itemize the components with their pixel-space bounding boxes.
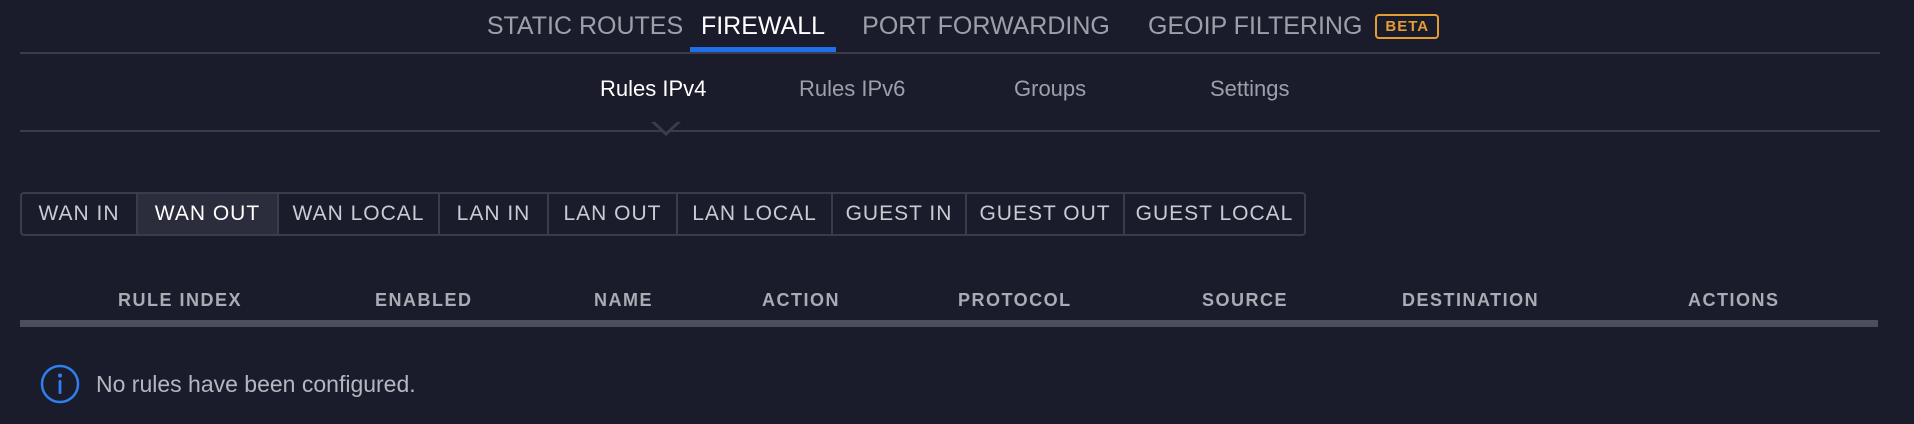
ruleset-guest-local[interactable]: GUEST LOCAL (1125, 194, 1304, 234)
empty-state: No rules have been configured. (40, 364, 416, 404)
subtab-groups[interactable]: Groups (1014, 76, 1086, 102)
tab-geoip-filtering-label: GEOIP FILTERING (1148, 11, 1363, 40)
ruleset-lan-local[interactable]: LAN LOCAL (678, 194, 833, 234)
sub-tabs: Rules IPv4 Rules IPv6 Groups Settings (20, 54, 1880, 136)
tab-static-routes[interactable]: STATIC ROUTES (480, 0, 690, 52)
tab-geoip-filtering[interactable]: GEOIP FILTERING BETA (1148, 0, 1448, 52)
col-rule-index[interactable]: RULE INDEX (118, 290, 242, 311)
col-source[interactable]: SOURCE (1202, 290, 1288, 311)
col-actions[interactable]: ACTIONS (1688, 290, 1780, 311)
empty-state-message: No rules have been configured. (96, 370, 416, 397)
col-action[interactable]: ACTION (762, 290, 840, 311)
firewall-page: STATIC ROUTES FIREWALL PORT FORWARDING G… (0, 0, 1914, 424)
tab-port-forwarding[interactable]: PORT FORWARDING (862, 0, 1110, 52)
beta-badge: BETA (1375, 13, 1440, 39)
ruleset-guest-in[interactable]: GUEST IN (833, 194, 967, 234)
top-tabs: STATIC ROUTES FIREWALL PORT FORWARDING G… (20, 0, 1880, 54)
info-circle-icon (40, 364, 80, 404)
col-destination[interactable]: DESTINATION (1402, 290, 1539, 311)
col-enabled[interactable]: ENABLED (375, 290, 473, 311)
ruleset-wan-in[interactable]: WAN IN (22, 194, 138, 234)
col-name[interactable]: NAME (594, 290, 653, 311)
tab-firewall[interactable]: FIREWALL (690, 0, 836, 52)
tab-port-forwarding-label: PORT FORWARDING (862, 11, 1110, 40)
ruleset-selector: WAN IN WAN OUT WAN LOCAL LAN IN LAN OUT … (20, 192, 1306, 236)
subtab-rules-ipv4[interactable]: Rules IPv4 (600, 76, 706, 102)
active-subtab-caret (651, 120, 681, 136)
tab-static-routes-label: STATIC ROUTES (486, 11, 684, 40)
subtab-rules-ipv6[interactable]: Rules IPv6 (799, 76, 905, 102)
ruleset-wan-local[interactable]: WAN LOCAL (279, 194, 440, 234)
col-protocol[interactable]: PROTOCOL (958, 290, 1072, 311)
ruleset-wan-out[interactable]: WAN OUT (138, 194, 279, 234)
tab-firewall-label: FIREWALL (700, 11, 826, 40)
ruleset-lan-in[interactable]: LAN IN (440, 194, 549, 234)
ruleset-lan-out[interactable]: LAN OUT (549, 194, 678, 234)
ruleset-guest-out[interactable]: GUEST OUT (967, 194, 1125, 234)
subtab-settings[interactable]: Settings (1210, 76, 1290, 102)
rules-table-header: RULE INDEX ENABLED NAME ACTION PROTOCOL … (20, 288, 1878, 327)
